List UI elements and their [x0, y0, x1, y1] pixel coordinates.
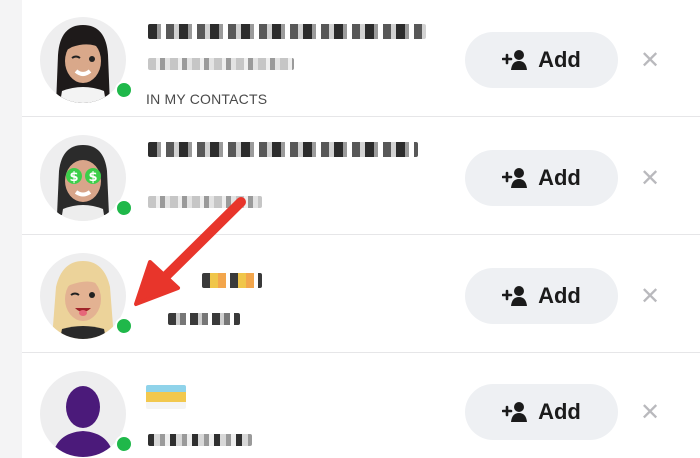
- avatar[interactable]: [40, 253, 126, 339]
- svg-text:$: $: [88, 170, 97, 185]
- avatar[interactable]: [40, 371, 126, 457]
- list-item: Add ✕: [22, 236, 700, 353]
- bitmoji-avatar: [52, 261, 114, 339]
- close-icon[interactable]: ✕: [639, 399, 661, 426]
- blurred-username: [148, 58, 294, 70]
- blurred-username: [148, 196, 262, 208]
- add-friend-icon: [502, 168, 528, 188]
- online-status-dot: [115, 435, 133, 453]
- bitmoji-avatar: [56, 25, 110, 103]
- add-button[interactable]: Add: [465, 384, 618, 440]
- in-my-contacts-label: IN MY CONTACTS: [146, 91, 268, 107]
- add-button[interactable]: Add: [465, 268, 618, 324]
- close-icon[interactable]: ✕: [639, 165, 661, 192]
- add-friend-icon: [502, 286, 528, 306]
- add-button-label: Add: [538, 283, 581, 308]
- add-friend-icon: [502, 50, 528, 70]
- add-button[interactable]: Add: [465, 32, 618, 88]
- blurred-display-name: [202, 273, 262, 288]
- blurred-username: [168, 313, 240, 325]
- online-status-dot: [115, 317, 133, 335]
- bitmoji-avatar: $ $: [57, 145, 109, 221]
- add-button-label: Add: [538, 165, 581, 190]
- svg-text:$: $: [69, 170, 78, 185]
- add-button-label: Add: [538, 47, 581, 72]
- avatar[interactable]: [40, 17, 126, 103]
- blurred-display-name: [148, 142, 418, 157]
- online-status-dot: [115, 199, 133, 217]
- list-item: Add ✕: [22, 354, 700, 458]
- list-item: IN MY CONTACTS Add ✕: [22, 0, 700, 117]
- add-friend-icon: [502, 402, 528, 422]
- blurred-username: [148, 434, 252, 446]
- avatar[interactable]: $ $: [40, 135, 126, 221]
- list-item: $ $ Add ✕: [22, 118, 700, 235]
- close-icon[interactable]: ✕: [639, 47, 661, 74]
- close-icon[interactable]: ✕: [639, 283, 661, 310]
- online-status-dot: [115, 81, 133, 99]
- add-button-label: Add: [538, 399, 581, 424]
- add-button[interactable]: Add: [465, 150, 618, 206]
- default-avatar-silhouette: [52, 386, 114, 457]
- blurred-display-name: [146, 385, 186, 409]
- blurred-display-name: [148, 24, 426, 39]
- friend-suggestion-list: IN MY CONTACTS Add ✕ $ $ Add ✕ Add ✕ Add…: [22, 0, 700, 458]
